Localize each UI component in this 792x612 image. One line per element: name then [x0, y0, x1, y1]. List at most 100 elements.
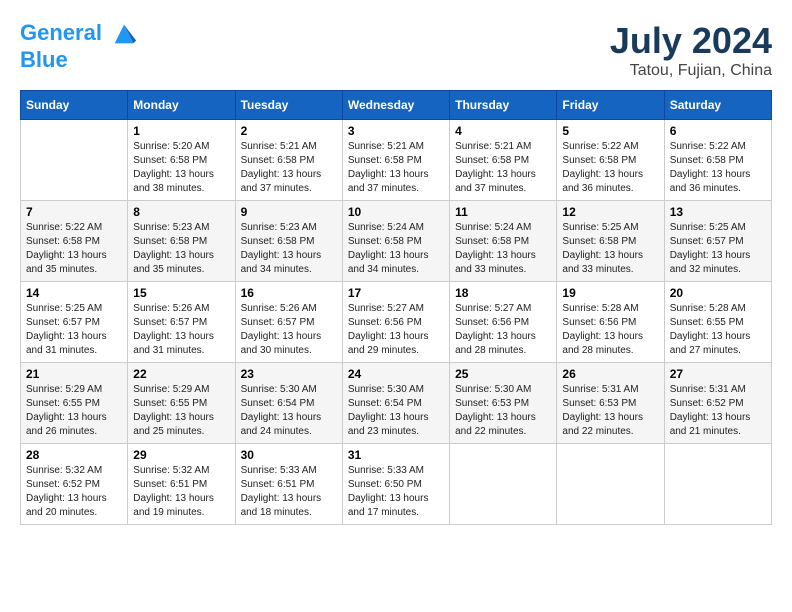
week-row-1: 1Sunrise: 5:20 AMSunset: 6:58 PMDaylight… [21, 120, 772, 201]
day-cell: 4 Sunrise: 5:21 AMSunset: 6:58 PMDaylight… [450, 120, 557, 201]
day-info: Sunrise: 5:32 AMSunset: 6:51 PMDaylight:… [133, 464, 229, 520]
day-info: Sunrise: 5:22 AMSunset: 6:58 PMDaylight:… [562, 140, 658, 196]
day-info: Sunrise: 5:20 AMSunset: 6:58 PMDaylight:… [133, 140, 229, 196]
day-cell: 20 Sunrise: 5:28 AMSunset: 6:55 PMDayligh… [664, 282, 771, 363]
day-cell: 29 Sunrise: 5:32 AMSunset: 6:51 PMDayligh… [128, 444, 235, 525]
day-cell: 21 Sunrise: 5:29 AMSunset: 6:55 PMDayligh… [21, 363, 128, 444]
day-cell: 28 Sunrise: 5:32 AMSunset: 6:52 PMDayligh… [21, 444, 128, 525]
day-cell [557, 444, 664, 525]
day-number: 31 [348, 448, 444, 462]
day-number: 22 [133, 367, 229, 381]
day-number: 29 [133, 448, 229, 462]
day-cell: 23Sunrise: 5:30 AMSunset: 6:54 PMDayligh… [235, 363, 342, 444]
day-info: Sunrise: 5:32 AMSunset: 6:52 PMDaylight:… [26, 464, 122, 520]
day-info: Sunrise: 5:24 AMSunset: 6:58 PMDaylight:… [455, 221, 551, 277]
day-cell: 3 Sunrise: 5:21 AMSunset: 6:58 PMDaylight… [342, 120, 449, 201]
day-info: Sunrise: 5:23 AMSunset: 6:58 PMDaylight:… [133, 221, 229, 277]
day-number: 15 [133, 286, 229, 300]
day-info: Sunrise: 5:31 AMSunset: 6:52 PMDaylight:… [670, 383, 766, 439]
col-monday: Monday [128, 91, 235, 120]
day-number: 16 [241, 286, 337, 300]
day-cell: 31 Sunrise: 5:33 AMSunset: 6:50 PMDayligh… [342, 444, 449, 525]
day-cell [664, 444, 771, 525]
day-info: Sunrise: 5:33 AMSunset: 6:50 PMDaylight:… [348, 464, 444, 520]
day-number: 21 [26, 367, 122, 381]
day-number: 3 [348, 124, 444, 138]
day-cell: 24Sunrise: 5:30 AMSunset: 6:54 PMDayligh… [342, 363, 449, 444]
day-info: Sunrise: 5:21 AMSunset: 6:58 PMDaylight:… [455, 140, 551, 196]
logo: General Blue [20, 20, 138, 72]
col-thursday: Thursday [450, 91, 557, 120]
day-cell: 6 Sunrise: 5:22 AMSunset: 6:58 PMDaylight… [664, 120, 771, 201]
day-cell: 11 Sunrise: 5:24 AMSunset: 6:58 PMDayligh… [450, 201, 557, 282]
day-cell: 25 Sunrise: 5:30 AMSunset: 6:53 PMDayligh… [450, 363, 557, 444]
day-info: Sunrise: 5:30 AMSunset: 6:54 PMDaylight:… [348, 383, 444, 439]
day-number: 5 [562, 124, 658, 138]
col-wednesday: Wednesday [342, 91, 449, 120]
day-info: Sunrise: 5:28 AMSunset: 6:55 PMDaylight:… [670, 302, 766, 358]
day-number: 30 [241, 448, 337, 462]
col-sunday: Sunday [21, 91, 128, 120]
day-info: Sunrise: 5:26 AMSunset: 6:57 PMDaylight:… [133, 302, 229, 358]
day-number: 6 [670, 124, 766, 138]
day-info: Sunrise: 5:24 AMSunset: 6:58 PMDaylight:… [348, 221, 444, 277]
day-cell [21, 120, 128, 201]
day-cell: 8Sunrise: 5:23 AMSunset: 6:58 PMDaylight… [128, 201, 235, 282]
day-cell: 26 Sunrise: 5:31 AMSunset: 6:53 PMDayligh… [557, 363, 664, 444]
day-cell: 15 Sunrise: 5:26 AMSunset: 6:57 PMDayligh… [128, 282, 235, 363]
day-cell: 17Sunrise: 5:27 AMSunset: 6:56 PMDayligh… [342, 282, 449, 363]
day-info: Sunrise: 5:29 AMSunset: 6:55 PMDaylight:… [26, 383, 122, 439]
day-info: Sunrise: 5:26 AMSunset: 6:57 PMDaylight:… [241, 302, 337, 358]
day-number: 28 [26, 448, 122, 462]
day-number: 4 [455, 124, 551, 138]
day-info: Sunrise: 5:28 AMSunset: 6:56 PMDaylight:… [562, 302, 658, 358]
day-info: Sunrise: 5:30 AMSunset: 6:53 PMDaylight:… [455, 383, 551, 439]
day-number: 9 [241, 205, 337, 219]
calendar-table: Sunday Monday Tuesday Wednesday Thursday… [20, 90, 772, 525]
day-number: 12 [562, 205, 658, 219]
week-row-3: 14Sunrise: 5:25 AMSunset: 6:57 PMDayligh… [21, 282, 772, 363]
day-cell: 30Sunrise: 5:33 AMSunset: 6:51 PMDayligh… [235, 444, 342, 525]
day-info: Sunrise: 5:31 AMSunset: 6:53 PMDaylight:… [562, 383, 658, 439]
day-number: 25 [455, 367, 551, 381]
title-block: July 2024 Tatou, Fujian, China [610, 20, 772, 80]
day-info: Sunrise: 5:25 AMSunset: 6:58 PMDaylight:… [562, 221, 658, 277]
day-cell: 12 Sunrise: 5:25 AMSunset: 6:58 PMDayligh… [557, 201, 664, 282]
col-saturday: Saturday [664, 91, 771, 120]
day-info: Sunrise: 5:22 AMSunset: 6:58 PMDaylight:… [670, 140, 766, 196]
day-cell: 5 Sunrise: 5:22 AMSunset: 6:58 PMDaylight… [557, 120, 664, 201]
day-cell: 1Sunrise: 5:20 AMSunset: 6:58 PMDaylight… [128, 120, 235, 201]
col-friday: Friday [557, 91, 664, 120]
day-number: 11 [455, 205, 551, 219]
day-info: Sunrise: 5:27 AMSunset: 6:56 PMDaylight:… [348, 302, 444, 358]
day-cell: 19 Sunrise: 5:28 AMSunset: 6:56 PMDayligh… [557, 282, 664, 363]
day-number: 20 [670, 286, 766, 300]
day-cell [450, 444, 557, 525]
page-header: General Blue July 2024 Tatou, Fujian, Ch… [20, 20, 772, 80]
week-row-4: 21 Sunrise: 5:29 AMSunset: 6:55 PMDayligh… [21, 363, 772, 444]
month-year-title: July 2024 [610, 20, 772, 62]
logo-text: General [20, 20, 138, 48]
calendar-header-row: Sunday Monday Tuesday Wednesday Thursday… [21, 91, 772, 120]
day-number: 26 [562, 367, 658, 381]
col-tuesday: Tuesday [235, 91, 342, 120]
logo-blue-text: Blue [20, 48, 138, 72]
day-info: Sunrise: 5:27 AMSunset: 6:56 PMDaylight:… [455, 302, 551, 358]
day-number: 27 [670, 367, 766, 381]
day-info: Sunrise: 5:29 AMSunset: 6:55 PMDaylight:… [133, 383, 229, 439]
day-info: Sunrise: 5:22 AMSunset: 6:58 PMDaylight:… [26, 221, 122, 277]
day-cell: 13 Sunrise: 5:25 AMSunset: 6:57 PMDayligh… [664, 201, 771, 282]
day-info: Sunrise: 5:21 AMSunset: 6:58 PMDaylight:… [241, 140, 337, 196]
day-number: 19 [562, 286, 658, 300]
day-info: Sunrise: 5:25 AMSunset: 6:57 PMDaylight:… [26, 302, 122, 358]
day-info: Sunrise: 5:25 AMSunset: 6:57 PMDaylight:… [670, 221, 766, 277]
day-cell: 27 Sunrise: 5:31 AMSunset: 6:52 PMDayligh… [664, 363, 771, 444]
location-subtitle: Tatou, Fujian, China [610, 62, 772, 80]
day-number: 2 [241, 124, 337, 138]
day-number: 18 [455, 286, 551, 300]
day-cell: 9Sunrise: 5:23 AMSunset: 6:58 PMDaylight… [235, 201, 342, 282]
day-cell: 22 Sunrise: 5:29 AMSunset: 6:55 PMDayligh… [128, 363, 235, 444]
day-number: 10 [348, 205, 444, 219]
day-info: Sunrise: 5:21 AMSunset: 6:58 PMDaylight:… [348, 140, 444, 196]
day-number: 13 [670, 205, 766, 219]
